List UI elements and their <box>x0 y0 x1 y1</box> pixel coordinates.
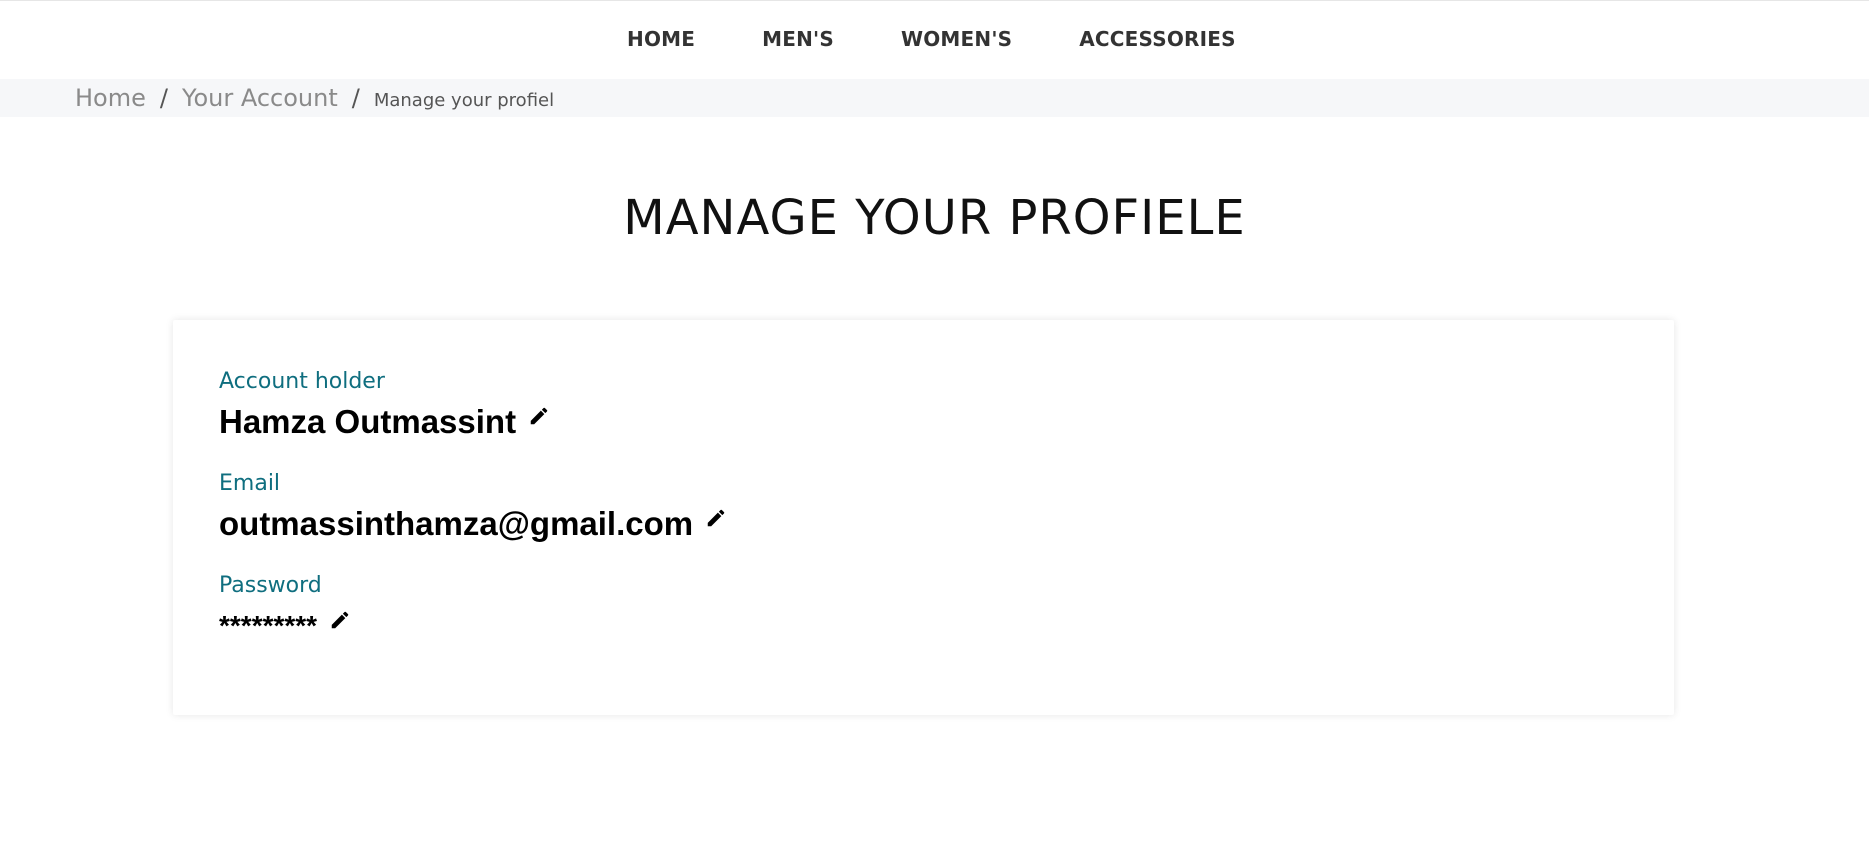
email-value: outmassinthamza@gmail.com <box>219 505 694 542</box>
email-label: Email <box>219 471 281 496</box>
breadcrumb: Home / Your Account / Manage your profie… <box>75 84 554 112</box>
main-nav: HOME MEN'S WOMEN'S ACCESSORIES <box>627 27 1236 51</box>
email-row: outmassinthamza@gmail.com <box>219 505 727 543</box>
edit-email-pencil-icon[interactable] <box>705 507 727 529</box>
password-row: ********* <box>219 607 351 645</box>
breadcrumb-home-link[interactable]: Home <box>75 84 146 112</box>
account-holder-value: Hamza Outmassint <box>219 403 517 440</box>
nav-item-accessories[interactable]: ACCESSORIES <box>1079 27 1236 51</box>
account-holder-label: Account holder <box>219 369 385 394</box>
password-value: ********* <box>219 610 318 641</box>
breadcrumb-account-link[interactable]: Your Account <box>182 84 338 112</box>
page-title: MANAGE YOUR PROFIELE <box>623 190 1246 246</box>
nav-item-mens[interactable]: MEN'S <box>762 27 834 51</box>
password-field: Password ********* <box>219 573 351 645</box>
nav-item-womens[interactable]: WOMEN'S <box>901 27 1012 51</box>
breadcrumb-separator: / <box>159 84 168 112</box>
edit-password-pencil-icon[interactable] <box>329 609 351 631</box>
account-holder-field: Account holder Hamza Outmassint <box>219 369 550 441</box>
breadcrumb-separator: / <box>351 84 360 112</box>
profile-card: Account holder Hamza Outmassint Email ou… <box>173 320 1674 715</box>
top-navigation-bar: HOME MEN'S WOMEN'S ACCESSORIES <box>0 0 1869 78</box>
nav-item-home[interactable]: HOME <box>627 27 695 51</box>
password-label: Password <box>219 573 322 598</box>
email-field: Email outmassinthamza@gmail.com <box>219 471 727 543</box>
breadcrumb-current: Manage your profiel <box>373 90 555 111</box>
edit-name-pencil-icon[interactable] <box>528 405 550 427</box>
breadcrumb-bar: Home / Your Account / Manage your profie… <box>0 79 1869 117</box>
account-holder-row: Hamza Outmassint <box>219 403 550 441</box>
